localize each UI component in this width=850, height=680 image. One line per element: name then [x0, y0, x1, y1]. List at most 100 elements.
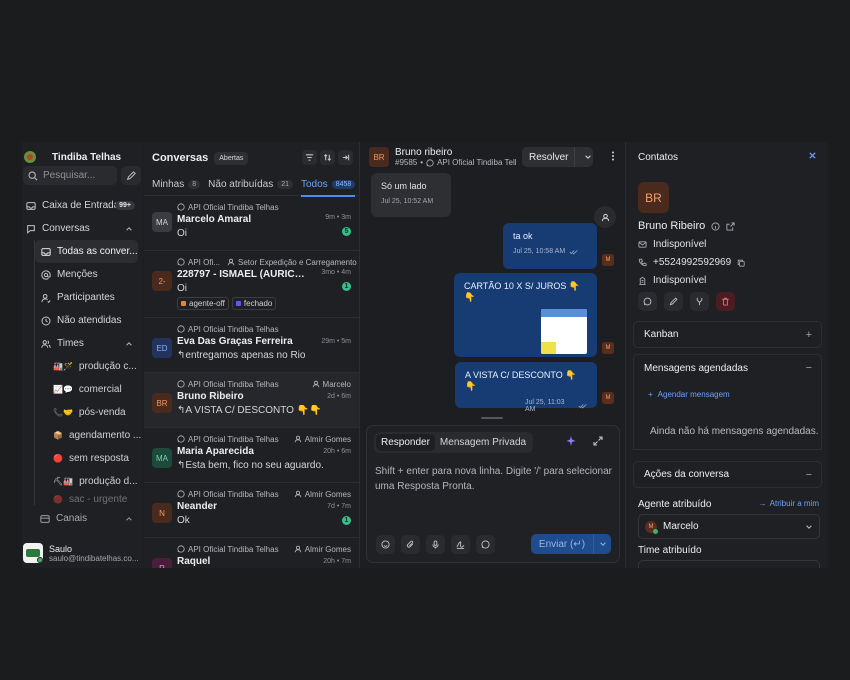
collapse-button[interactable]	[338, 150, 353, 165]
conversation-item[interactable]: API Oficial Tindiba Telhas Almir Gomes N…	[144, 483, 359, 538]
brand-name: Tindiba Telhas	[52, 151, 122, 163]
team-item[interactable]: 📞🤝 pós-venda	[35, 401, 143, 424]
message-incoming: Só um lado Jul 25, 10:52 AM	[371, 173, 451, 217]
attach-button[interactable]	[401, 535, 420, 554]
tab-private-note[interactable]: Mensagem Privada	[435, 434, 531, 451]
resolve-dropdown[interactable]	[574, 147, 593, 167]
tab-all[interactable]: Todos 8458	[301, 174, 356, 197]
user-profile[interactable]: Saulo saulo@tindibatelhas.co...	[23, 543, 139, 563]
status-filter[interactable]: Abertas	[214, 151, 249, 165]
message-time-text: Jul 25, 10:58 AM	[513, 248, 566, 255]
conversation-item[interactable]: API Oficial Tindiba Telhas Marcelo BR Br…	[144, 373, 359, 428]
sidebar-item-teams[interactable]: Times	[35, 332, 143, 355]
more-options-icon[interactable]	[608, 151, 618, 161]
conversation-item[interactable]: API Oficial Tindiba Telhas Almir Gomes M…	[144, 428, 359, 483]
scheduled-messages-section[interactable]: Mensagens agendadas −	[633, 354, 822, 381]
tab-reply[interactable]: Responder	[376, 434, 435, 451]
sidebar: Tindiba Telhas Caixa de Entrada	[22, 142, 143, 568]
chevron-up-icon	[125, 225, 133, 233]
compose-button[interactable]	[121, 166, 141, 185]
team-item[interactable]: 📈💬 comercial	[35, 378, 143, 401]
contact-details-toggle[interactable]	[594, 206, 616, 228]
whatsapp-icon	[177, 258, 185, 266]
send-options[interactable]	[593, 534, 611, 554]
unread-badge: 1	[342, 516, 351, 525]
team-item[interactable]: 🏭🪄 produção c...	[35, 355, 143, 378]
team-item[interactable]: 🔴 sem resposta	[35, 447, 143, 470]
delete-contact-button[interactable]	[716, 292, 735, 311]
team-item[interactable]: 📦 agendamento ...	[35, 424, 143, 447]
audio-button[interactable]	[426, 535, 445, 554]
assignee-name: Setor Expedição e Carregamento	[238, 257, 357, 267]
tab-unassigned[interactable]: Não atribuídas 21	[208, 174, 293, 196]
assignee: Almir Gomes	[294, 435, 351, 444]
info-icon[interactable]	[711, 221, 720, 231]
image-attachment[interactable]	[541, 309, 587, 354]
tab-label: Não atribuídas	[208, 179, 274, 190]
last-message: ↰entregamos apenas no Rio	[177, 350, 306, 361]
signature-button[interactable]	[451, 535, 470, 554]
smile-icon	[381, 540, 390, 549]
conversation-meta: API Oficial Tindiba Telhas Almir Gomes	[177, 544, 351, 554]
search-box[interactable]	[23, 166, 117, 185]
reply-composer: Responder Mensagem Privada Shift + enter…	[366, 425, 620, 563]
expand-icon[interactable]	[593, 436, 603, 446]
message-input[interactable]: Shift + enter para nova linha. Digite '/…	[375, 464, 615, 494]
label-tag[interactable]: agente-off	[177, 297, 229, 310]
resolve-button[interactable]: Resolver	[522, 147, 593, 167]
send-button[interactable]: Enviar (↵)	[531, 534, 611, 554]
conversation-item[interactable]: API Oficial Tindiba Telhas MA Marcelo Am…	[144, 196, 359, 251]
emoji-button[interactable]	[376, 535, 395, 554]
label-text: fechado	[243, 299, 273, 308]
chat-subtitle: #9585 • API Oficial Tindiba Tell	[395, 158, 517, 167]
sidebar-item-channels[interactable]: Canais	[22, 507, 143, 530]
users-icon	[41, 339, 51, 349]
conversation-item[interactable]: API Ofi... Setor Expedição e Carregament…	[144, 251, 359, 318]
chat-panel: BR Bruno ribeiro #9585 • API Oficial Tin…	[361, 142, 624, 568]
team-label: produção c...	[78, 361, 137, 372]
sidebar-item-inbox[interactable]: Caixa de Entrada 99+	[22, 194, 143, 217]
conversation-item[interactable]: API Oficial Tindiba Telhas Almir Gomes R…	[144, 538, 359, 568]
kanban-section[interactable]: Kanban +	[633, 321, 822, 348]
chat-contact-name[interactable]: Bruno ribeiro	[395, 147, 517, 158]
team-select[interactable]	[638, 560, 820, 568]
close-icon[interactable]	[808, 151, 817, 160]
user-icon	[294, 545, 302, 553]
resize-handle[interactable]	[481, 417, 503, 419]
brand[interactable]: Tindiba Telhas	[24, 147, 121, 167]
ai-sparkle-icon[interactable]	[566, 436, 576, 446]
team-item[interactable]: 🔴 sac - urgente	[35, 493, 143, 505]
sidebar-item-all-conversations[interactable]: Todas as conver...	[35, 240, 138, 263]
sidebar-item-label: Todas as conver...	[57, 246, 138, 257]
whatsapp-icon	[177, 325, 185, 333]
edit-contact-button[interactable]	[664, 292, 683, 311]
sort-button[interactable]	[320, 150, 335, 165]
search-input[interactable]	[43, 170, 113, 181]
new-message-button[interactable]	[638, 292, 657, 311]
label-tag[interactable]: fechado	[231, 297, 277, 310]
sidebar-item-conversations[interactable]: Conversas	[22, 217, 143, 240]
external-link-icon[interactable]	[726, 221, 735, 231]
double-check-icon	[578, 403, 587, 409]
panel-collapse-icon	[341, 153, 350, 162]
conversation-time: 29m • 5m	[321, 338, 351, 345]
copy-icon[interactable]	[737, 259, 745, 267]
user-check-icon	[41, 293, 51, 303]
page-title: Conversas	[152, 152, 209, 164]
label-color-dot	[235, 301, 241, 306]
team-item[interactable]: ⛏🏭 produção d...	[35, 470, 143, 493]
sidebar-item-unattended[interactable]: Não atendidas	[35, 309, 143, 332]
conversation-actions-section[interactable]: Ações da conversa −	[633, 461, 822, 488]
message-outgoing: CARTÃO 10 X S/ JUROS 👇👇	[454, 273, 597, 357]
conversation-item[interactable]: API Oficial Tindiba Telhas ED Eva Das Gr…	[144, 318, 359, 373]
schedule-message-link[interactable]: + Agendar mensagem	[648, 390, 730, 399]
filter-button[interactable]	[302, 150, 317, 165]
agent-select[interactable]: M Marcelo	[638, 514, 820, 539]
inbox-icon	[41, 247, 51, 257]
tab-mine[interactable]: Minhas 8	[152, 174, 201, 196]
sidebar-item-mentions[interactable]: Menções	[35, 263, 143, 286]
merge-contact-button[interactable]	[690, 292, 709, 311]
assign-to-me-link[interactable]: → Atribuir a mim	[759, 499, 819, 508]
sidebar-item-participants[interactable]: Participantes	[35, 286, 143, 309]
whatsapp-template-button[interactable]	[476, 535, 495, 554]
